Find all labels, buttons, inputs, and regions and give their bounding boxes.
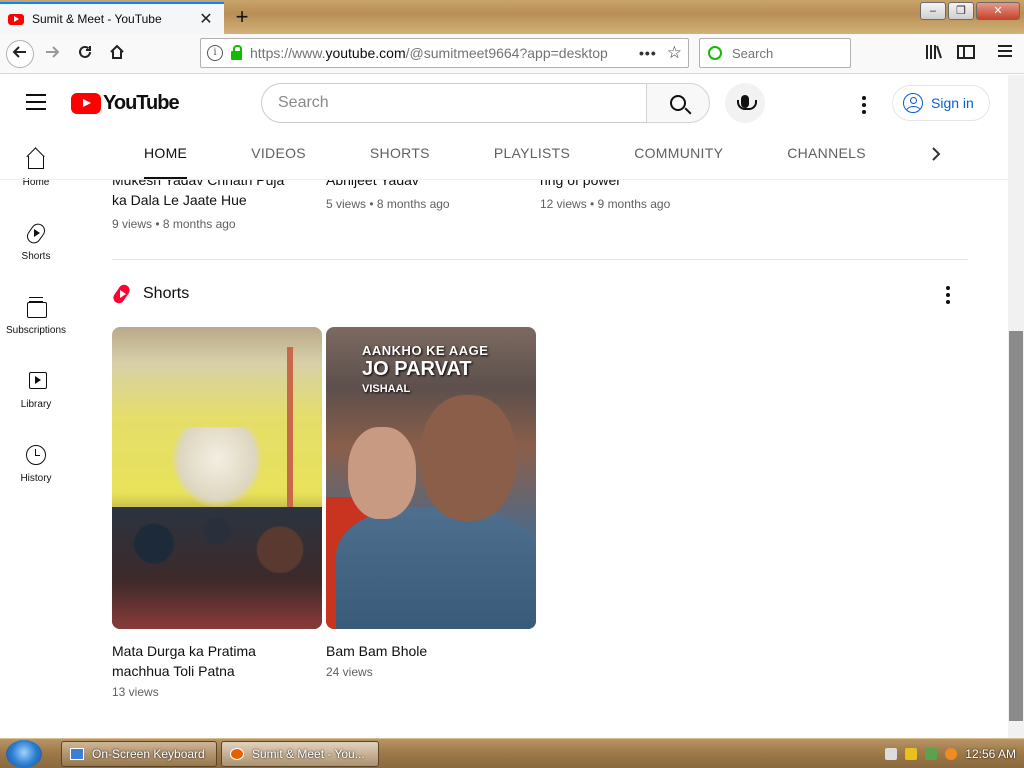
reload-icon[interactable]: [71, 40, 99, 68]
tab-playlists[interactable]: PLAYLISTS: [462, 131, 602, 179]
keyboard-icon: [70, 748, 84, 760]
youtube-search-button[interactable]: [646, 83, 710, 123]
home-icon: [24, 147, 48, 171]
short-views: 24 views: [326, 665, 373, 679]
browser-search-field[interactable]: Search: [699, 38, 851, 68]
tab-home[interactable]: HOME: [112, 131, 219, 179]
video-meta: 9 views • 8 months ago: [112, 217, 236, 231]
video-meta: 12 views • 9 months ago: [540, 197, 671, 211]
shorts-logo-icon: [112, 284, 132, 304]
video-item[interactable]: Abhijeet Yadav 5 views • 8 months ago: [326, 180, 526, 214]
short-thumbnail[interactable]: [112, 327, 322, 629]
youtube-play-icon: [71, 93, 101, 114]
voice-search-button[interactable]: [725, 83, 765, 123]
back-arrow-icon[interactable]: [6, 40, 34, 68]
channel-content: Mukesh Yadav Chhath Puja ka Dala Le Jaat…: [0, 179, 1008, 738]
url-text[interactable]: https://www.youtube.com/@sumitmeet9664?a…: [250, 45, 639, 61]
search-engine-icon: [708, 46, 722, 60]
system-tray: 12:56 AM: [885, 739, 1016, 768]
youtube-header: YouTube Search Sign in: [0, 75, 1008, 131]
bookmark-star-icon[interactable]: ☆: [667, 43, 682, 63]
thumbnail-detail: [348, 427, 416, 519]
shorts-more-icon[interactable]: [946, 286, 950, 307]
video-item[interactable]: ring of power 12 views • 9 months ago: [540, 180, 740, 214]
browser-search-placeholder: Search: [732, 45, 774, 61]
scrollbar-thumb[interactable]: [1009, 331, 1023, 721]
thumbnail-caption: AANKHO KE AAGE JO PARVAT VISHAAL: [362, 343, 489, 395]
window-controls: – ❐ ✕: [920, 2, 1020, 20]
sign-in-label: Sign in: [931, 95, 974, 111]
short-views: 13 views: [112, 685, 159, 699]
windows-taskbar: On-Screen Keyboard Sumit & Meet - You...…: [0, 738, 1024, 768]
minimize-button[interactable]: –: [920, 2, 946, 20]
start-button[interactable]: [6, 740, 42, 768]
tab-close-icon[interactable]: ✕: [196, 9, 216, 29]
video-title[interactable]: ring of power: [540, 180, 740, 190]
thumbnail-detail: [336, 507, 536, 629]
tab-community[interactable]: COMMUNITY: [602, 131, 755, 179]
video-item[interactable]: Mukesh Yadav Chhath Puja ka Dala Le Jaat…: [112, 180, 312, 234]
browser-navbar: i https://www.youtube.com/@sumitmeet9664…: [0, 34, 1024, 74]
taskbar-item-firefox[interactable]: Sumit & Meet - You...: [221, 741, 379, 767]
short-thumbnail[interactable]: AANKHO KE AAGE JO PARVAT VISHAAL: [326, 327, 536, 629]
youtube-search: Search: [261, 83, 710, 123]
guide-menu-icon[interactable]: [26, 94, 46, 110]
channel-tabs: HOME VIDEOS SHORTS PLAYLISTS COMMUNITY C…: [112, 131, 968, 179]
video-title[interactable]: Abhijeet Yadav: [326, 180, 526, 190]
search-tray-icon[interactable]: [945, 748, 958, 760]
site-info-icon[interactable]: i: [207, 45, 223, 61]
sign-in-button[interactable]: Sign in: [892, 85, 990, 121]
shorts-section-title: Shorts: [143, 285, 190, 302]
search-icon: [670, 95, 686, 111]
firefox-icon: [230, 748, 244, 760]
network-icon[interactable]: [925, 748, 938, 760]
video-title[interactable]: Mukesh Yadav Chhath Puja: [112, 180, 312, 190]
address-bar[interactable]: i https://www.youtube.com/@sumitmeet9664…: [200, 38, 689, 68]
tab-videos[interactable]: VIDEOS: [219, 131, 338, 179]
page-scrollbar[interactable]: [1008, 75, 1024, 738]
thumbnail-detail: [172, 427, 262, 507]
thumbnail-detail: [420, 395, 516, 521]
page-actions-icon[interactable]: •••: [639, 45, 657, 61]
new-tab-button[interactable]: +: [228, 4, 256, 30]
youtube-search-input[interactable]: Search: [261, 83, 646, 123]
clock[interactable]: 12:56 AM: [965, 747, 1016, 761]
settings-more-icon[interactable]: [862, 96, 866, 117]
chevron-right-icon[interactable]: [922, 141, 950, 169]
close-window-button[interactable]: ✕: [976, 2, 1020, 20]
home-icon[interactable]: [103, 40, 131, 68]
tab-title: Sumit & Meet - YouTube: [32, 12, 162, 26]
account-icon: [903, 93, 923, 113]
youtube-logo[interactable]: YouTube: [71, 92, 180, 115]
short-title[interactable]: Bam Bam Bhole: [326, 641, 536, 661]
tab-channels[interactable]: CHANNELS: [755, 131, 898, 179]
browser-tab[interactable]: Sumit & Meet - YouTube ✕: [0, 2, 224, 34]
microphone-icon: [737, 95, 757, 110]
library-toolbar-icon[interactable]: [924, 44, 944, 64]
thumbnail-detail: [112, 507, 322, 629]
shorts-section-header[interactable]: Shorts: [112, 284, 189, 304]
youtube-favicon-icon: [8, 13, 24, 25]
security-shield-icon[interactable]: [905, 748, 918, 760]
taskbar-item-on-screen-keyboard[interactable]: On-Screen Keyboard: [61, 741, 217, 767]
browser-tab-strip: Sumit & Meet - YouTube ✕ + – ❐ ✕: [0, 0, 1024, 34]
youtube-wordmark: YouTube: [103, 92, 180, 114]
sidebar-toggle-icon[interactable]: [956, 44, 976, 64]
keyboard-layout-icon[interactable]: [885, 748, 898, 760]
youtube-page: YouTube Search Sign in Home Shorts Subsc…: [0, 75, 1008, 738]
forward-arrow-icon[interactable]: [38, 40, 66, 68]
video-meta: 5 views • 8 months ago: [326, 197, 450, 211]
video-title-line2[interactable]: ka Dala Le Jaate Hue: [112, 190, 312, 210]
section-divider: [112, 259, 968, 260]
thumbnail-detail: [287, 347, 293, 517]
tab-shorts[interactable]: SHORTS: [338, 131, 462, 179]
short-title[interactable]: Mata Durga ka Pratima machhua Toli Patna: [112, 641, 322, 681]
youtube-search-placeholder: Search: [278, 94, 329, 111]
maximize-button[interactable]: ❐: [948, 2, 974, 20]
menu-icon[interactable]: [995, 44, 1015, 64]
lock-icon[interactable]: [231, 45, 242, 60]
